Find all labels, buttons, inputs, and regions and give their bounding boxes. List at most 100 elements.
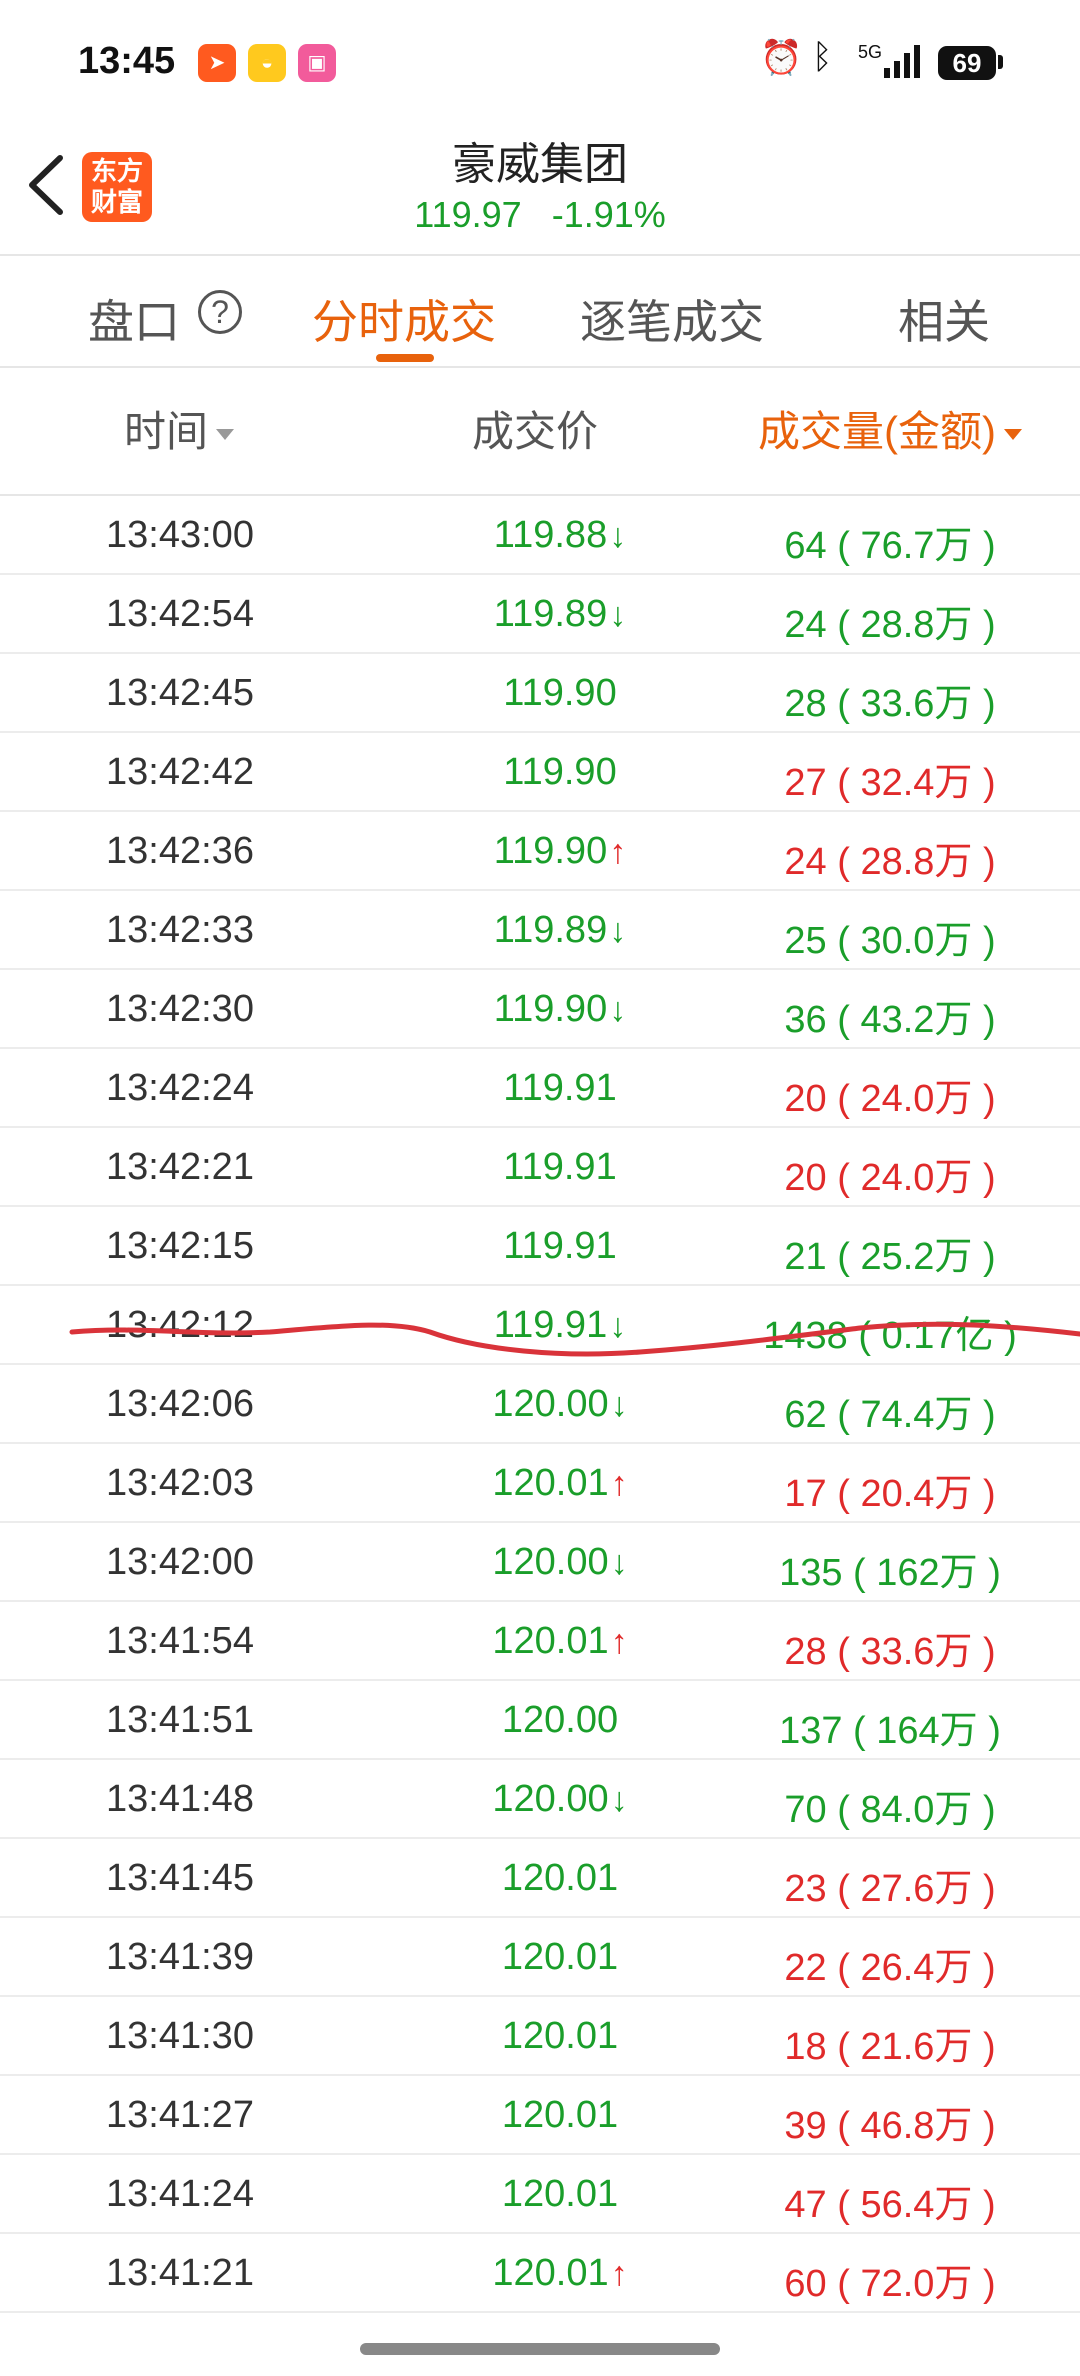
trade-row[interactable]: 13:41:39 120.01 22 ( 26.4万 ) xyxy=(0,1918,1080,1997)
paren-close: ) xyxy=(972,525,996,567)
trade-amount-value: 43.2万 xyxy=(860,999,973,1041)
col-price-label: 成交价 xyxy=(472,408,599,455)
trade-time: 13:41:21 xyxy=(106,2252,254,2294)
bluetooth-icon: ᛒ xyxy=(812,38,833,76)
trade-time: 13:42:54 xyxy=(106,593,254,635)
trade-price: 120.00↓ xyxy=(440,1778,680,1821)
trade-volume: 137 ( 164万 ) xyxy=(700,1699,1080,1754)
trade-time: 13:41:39 xyxy=(106,1936,254,1978)
trade-price: 119.90↓ xyxy=(440,988,680,1031)
arrow-up-icon: ↑ xyxy=(610,1623,628,1661)
trade-row[interactable]: 13:42:36 119.90↑ 24 ( 28.8万 ) xyxy=(0,812,1080,891)
trade-time: 13:42:42 xyxy=(106,751,254,793)
trade-row[interactable]: 13:42:45 119.90 28 ( 33.6万 ) xyxy=(0,654,1080,733)
paren-open: ( xyxy=(826,762,861,804)
trade-price-value: 119.90 xyxy=(493,830,608,872)
trade-row[interactable]: 13:41:21 120.01↑ 60 ( 72.0万 ) xyxy=(0,2234,1080,2313)
paren-open: ( xyxy=(826,2105,861,2147)
tab-related[interactable]: 相关 xyxy=(898,286,990,352)
trade-volume: 47 ( 56.4万 ) xyxy=(700,2173,1080,2228)
trade-price-value: 119.91 xyxy=(503,1067,617,1109)
trade-amount-value: 164万 xyxy=(876,1710,978,1752)
network-label: 5G xyxy=(858,42,883,62)
trade-price: 120.01 xyxy=(440,1857,680,1900)
trade-price: 119.90 xyxy=(440,751,680,794)
trade-volume: 64 ( 76.7万 ) xyxy=(700,514,1080,569)
trade-price: 119.91 xyxy=(440,1067,680,1110)
trade-row[interactable]: 13:42:00 120.00↓ 135 ( 162万 ) xyxy=(0,1523,1080,1602)
trade-volume: 36 ( 43.2万 ) xyxy=(700,988,1080,1043)
alarm-icon: ⏰ xyxy=(760,39,803,77)
trade-time: 13:41:24 xyxy=(106,2173,254,2215)
trade-volume: 23 ( 27.6万 ) xyxy=(700,1857,1080,1912)
trade-row[interactable]: 13:42:54 119.89↓ 24 ( 28.8万 ) xyxy=(0,575,1080,654)
trade-row[interactable]: 13:42:24 119.91 20 ( 24.0万 ) xyxy=(0,1049,1080,1128)
trade-amount-value: 84.0万 xyxy=(860,1789,973,1831)
trade-price: 119.90↑ xyxy=(440,830,680,873)
col-volume-sort[interactable]: 成交量(金额) xyxy=(758,398,1022,459)
trade-time: 13:41:30 xyxy=(106,2015,254,2057)
trade-volume-value: 47 xyxy=(784,2184,827,2226)
trade-row[interactable]: 13:41:24 120.01 47 ( 56.4万 ) xyxy=(0,2155,1080,2234)
trade-row[interactable]: 13:41:48 120.00↓ 70 ( 84.0万 ) xyxy=(0,1760,1080,1839)
tab-tick-trades[interactable]: 逐笔成交 xyxy=(580,286,764,352)
tab-orderbook[interactable]: 盘口 xyxy=(88,286,180,352)
trade-row[interactable]: 13:42:30 119.90↓ 36 ( 43.2万 ) xyxy=(0,970,1080,1049)
trade-price-value: 120.01 xyxy=(492,1462,609,1504)
col-time-sort[interactable]: 时间 xyxy=(124,398,235,459)
paren-open: ( xyxy=(826,1473,861,1515)
paren-open: ( xyxy=(826,2026,861,2068)
trade-volume: 28 ( 33.6万 ) xyxy=(700,1620,1080,1675)
trade-price-value: 120.01 xyxy=(501,2094,619,2136)
trade-volume: 24 ( 28.8万 ) xyxy=(700,830,1080,885)
paren-close: ) xyxy=(977,1710,1001,1752)
trade-amount-value: 46.8万 xyxy=(860,2105,973,2147)
trade-volume: 135 ( 162万 ) xyxy=(700,1541,1080,1596)
trade-volume-value: 24 xyxy=(784,604,827,646)
paren-close: ) xyxy=(977,1552,1001,1594)
trade-row[interactable]: 13:42:15 119.91 21 ( 25.2万 ) xyxy=(0,1207,1080,1286)
trade-row[interactable]: 13:42:42 119.90 27 ( 32.4万 ) xyxy=(0,733,1080,812)
trade-volume-value: 62 xyxy=(784,1394,827,1436)
tab-intraday-trades[interactable]: 分时成交 xyxy=(312,286,496,352)
trade-time: 13:43:00 xyxy=(106,514,254,556)
trades-list[interactable]: 13:43:00 119.88↓ 64 ( 76.7万 ) 13:42:54 119.8… xyxy=(0,496,1080,2313)
trade-row[interactable]: 13:41:27 120.01 39 ( 46.8万 ) xyxy=(0,2076,1080,2155)
paren-open: ( xyxy=(826,2184,861,2226)
trade-row[interactable]: 13:42:21 119.91 20 ( 24.0万 ) xyxy=(0,1128,1080,1207)
trade-price-value: 120.00 xyxy=(501,1699,619,1741)
trade-row[interactable]: 13:41:30 120.01 18 ( 21.6万 ) xyxy=(0,1997,1080,2076)
help-icon[interactable]: ? xyxy=(198,290,242,334)
trade-row[interactable]: 13:42:03 120.01↑ 17 ( 20.4万 ) xyxy=(0,1444,1080,1523)
trade-amount-value: 33.6万 xyxy=(860,683,973,725)
trade-row[interactable]: 13:41:51 120.00 137 ( 164万 ) xyxy=(0,1681,1080,1760)
trade-time: 13:41:45 xyxy=(106,1857,254,1899)
trade-amount-value: 162万 xyxy=(876,1552,978,1594)
home-indicator[interactable] xyxy=(360,2343,720,2355)
trade-time: 13:42:03 xyxy=(106,1462,254,1504)
trade-volume: 22 ( 26.4万 ) xyxy=(700,1936,1080,1991)
trade-price-value: 120.01 xyxy=(501,2173,619,2215)
trade-price: 120.01 xyxy=(440,2173,680,2216)
trade-row[interactable]: 13:42:33 119.89↓ 25 ( 30.0万 ) xyxy=(0,891,1080,970)
arrow-down-icon: ↓ xyxy=(609,596,627,634)
arrow-up-icon: ↑ xyxy=(609,833,627,871)
trade-row[interactable]: 13:41:54 120.01↑ 28 ( 33.6万 ) xyxy=(0,1602,1080,1681)
trade-amount-value: 72.0万 xyxy=(860,2263,973,2305)
trade-volume: 62 ( 74.4万 ) xyxy=(700,1383,1080,1438)
paren-close: ) xyxy=(972,1473,996,1515)
paper-plane-app-icon: ➤ xyxy=(198,44,236,82)
trade-volume: 70 ( 84.0万 ) xyxy=(700,1778,1080,1833)
paren-open: ( xyxy=(826,1078,861,1120)
column-header: 时间 成交价 成交量(金额) xyxy=(0,368,1080,494)
hand-drawn-annotation-line xyxy=(69,1321,1080,1357)
trade-row[interactable]: 13:41:45 120.01 23 ( 27.6万 ) xyxy=(0,1839,1080,1918)
trade-row[interactable]: 13:43:00 119.88↓ 64 ( 76.7万 ) xyxy=(0,496,1080,575)
trade-price-value: 119.91 xyxy=(503,1146,617,1188)
paren-open: ( xyxy=(842,1552,877,1594)
trade-volume: 17 ( 20.4万 ) xyxy=(700,1462,1080,1517)
trade-price-value: 120.01 xyxy=(492,2252,609,2294)
battery-icon: 69 xyxy=(938,46,996,80)
trade-volume-value: 28 xyxy=(784,683,827,725)
trade-time: 13:42:36 xyxy=(106,830,254,872)
